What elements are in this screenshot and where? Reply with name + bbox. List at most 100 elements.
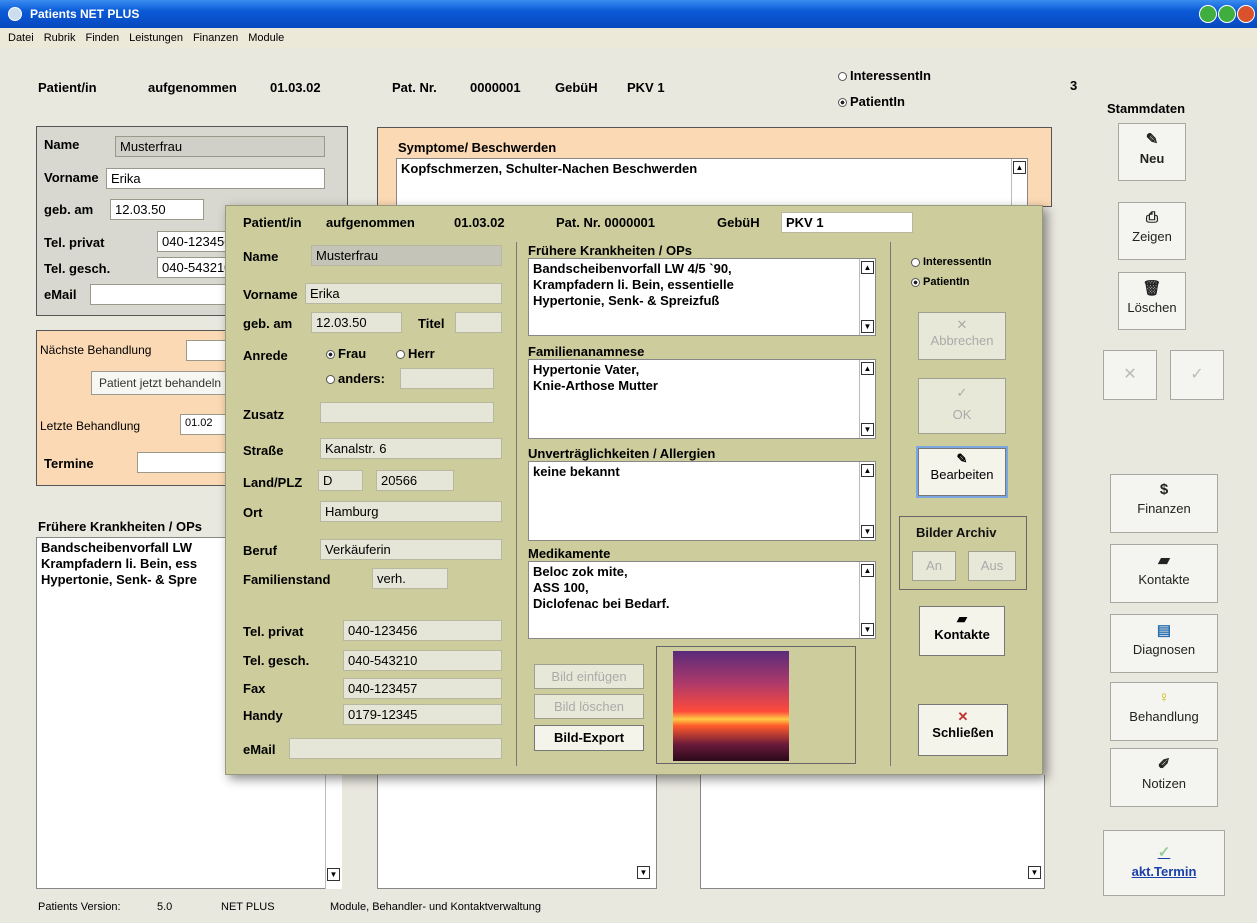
dlg-strasse-field[interactable]: Kanalstr. 6 — [320, 438, 502, 459]
radio-patient[interactable]: PatientIn — [838, 94, 905, 109]
scroll-up-icon[interactable]: ▲ — [861, 564, 874, 577]
dlg-geb-label: geb. am — [243, 316, 293, 331]
telg-field[interactable]: 040-543210 — [157, 257, 227, 278]
dlg-frueher-textarea[interactable]: Bandscheibenvorfall LW 4/5 `90, Krampfad… — [528, 258, 876, 336]
dlg-telp-field[interactable]: 040-123456 — [343, 620, 502, 641]
dlg-frueher-scrollbar[interactable]: ▲ ▼ — [859, 259, 875, 335]
radio-frau[interactable]: Frau — [326, 346, 366, 361]
dlg-vorname-label: Vorname — [243, 287, 298, 302]
dollar-icon: $ — [1159, 481, 1169, 498]
patient-jetzt-behandeln-button[interactable]: Patient jetzt behandeln — [91, 371, 232, 395]
maximize-button[interactable] — [1218, 5, 1236, 23]
dlg-handy-field[interactable]: 0179-12345 — [343, 704, 502, 725]
dlg-email-label: eMail — [243, 742, 276, 757]
menu-finanzen[interactable]: Finanzen — [193, 32, 238, 44]
name-field[interactable]: Musterfrau — [115, 136, 325, 157]
dlg-titel-field[interactable] — [455, 312, 502, 333]
bild-loeschen-button[interactable]: Bild löschen — [534, 694, 644, 719]
ok-small-button[interactable]: ✓ — [1170, 350, 1224, 400]
radio-herr[interactable]: Herr — [396, 346, 435, 361]
scroll-down-icon[interactable]: ▼ — [637, 866, 650, 879]
dlg-vorname-field[interactable]: Erika — [305, 283, 502, 304]
dlg-radio-interessent[interactable]: InteressentIn — [911, 256, 991, 268]
close-window-button[interactable] — [1237, 5, 1255, 23]
scroll-down-icon[interactable]: ▼ — [861, 525, 874, 538]
symptome-textarea[interactable]: Kopfschmerzen, Schulter-Nachen Beschwerd… — [396, 158, 1028, 207]
dlg-telg-field[interactable]: 040-543210 — [343, 650, 502, 671]
telp-field[interactable]: 040-123456 — [157, 231, 227, 252]
scroll-up-icon[interactable]: ▲ — [861, 464, 874, 477]
termine-field[interactable] — [137, 452, 232, 473]
behandlung-button[interactable]: ♀ Behandlung — [1110, 682, 1218, 741]
radio-interessent[interactable]: InteressentIn — [838, 68, 931, 83]
scroll-down-icon[interactable]: ▼ — [861, 320, 874, 333]
dlg-familien-textarea[interactable]: Hypertonie Vater, Knie-Arthose Mutter ▲ ▼ — [528, 359, 876, 439]
bearbeiten-button[interactable]: ✎ Bearbeiten — [918, 448, 1006, 496]
email-label: eMail — [44, 287, 77, 302]
cancel-small-button[interactable]: ✕ — [1103, 350, 1157, 400]
symptome-label: Symptome/ Beschwerden — [398, 140, 557, 155]
dlg-allergie-scrollbar[interactable]: ▲ ▼ — [859, 462, 875, 540]
bg-textarea-3[interactable] — [700, 775, 1045, 889]
zeigen-button[interactable]: ⎙ Zeigen — [1118, 202, 1186, 260]
scroll-up-icon[interactable]: ▲ — [1013, 161, 1026, 174]
dlg-familienstand-field[interactable]: verh. — [372, 568, 448, 589]
dlg-name-field[interactable]: Musterfrau — [311, 245, 502, 266]
app-icon — [8, 7, 22, 21]
dlg-land-field[interactable]: D — [318, 470, 363, 491]
dlg-radio-patient[interactable]: PatientIn — [911, 276, 969, 288]
schliessen-button[interactable]: ✕ Schließen — [918, 704, 1008, 756]
dlg-allergie-textarea[interactable]: keine bekannt ▲ ▼ — [528, 461, 876, 541]
abbrechen-button[interactable]: ✕ Abbrechen — [918, 312, 1006, 360]
dlg-gebueh-field[interactable]: PKV 1 — [781, 212, 913, 233]
dlg-beruf-label: Beruf — [243, 543, 277, 558]
patient-label: Patient/in — [38, 80, 97, 95]
bild-export-button[interactable]: Bild-Export — [534, 725, 644, 751]
dlg-plz-field[interactable]: 20566 — [376, 470, 454, 491]
gebueh-label: GebüH — [555, 80, 598, 95]
scroll-down-icon[interactable]: ▼ — [861, 423, 874, 436]
dlg-medi-textarea[interactable]: Beloc zok mite, ASS 100, Diclofenac bei … — [528, 561, 876, 639]
finanzen-button[interactable]: $ Finanzen — [1110, 474, 1218, 533]
scroll-up-icon[interactable]: ▲ — [861, 261, 874, 274]
menu-rubrik[interactable]: Rubrik — [44, 32, 76, 44]
email-field[interactable] — [90, 284, 227, 305]
dlg-medi-scrollbar[interactable]: ▲ ▼ — [859, 562, 875, 638]
menu-datei[interactable]: Datei — [8, 32, 34, 44]
kontakte-button[interactable]: ▰ Kontakte — [1110, 544, 1218, 603]
dlg-email-field[interactable] — [289, 738, 502, 759]
dlg-anders-field[interactable] — [400, 368, 494, 389]
dlg-zusatz-field[interactable] — [320, 402, 494, 423]
symptome-scrollbar[interactable]: ▲ — [1011, 159, 1027, 207]
scroll-down-icon[interactable]: ▼ — [327, 868, 340, 881]
scroll-up-icon[interactable]: ▲ — [861, 362, 874, 375]
archiv-an-button[interactable]: An — [912, 551, 956, 581]
vorname-field[interactable]: Erika — [106, 168, 325, 189]
dlg-familien-scrollbar[interactable]: ▲ ▼ — [859, 360, 875, 438]
geb-field[interactable]: 12.03.50 — [110, 199, 204, 220]
menu-module[interactable]: Module — [248, 32, 284, 44]
dlg-kontakte-button[interactable]: ▰ Kontakte — [919, 606, 1005, 656]
dlg-geb-field[interactable]: 12.03.50 — [311, 312, 402, 333]
akt-termin-button[interactable]: ✓ akt.Termin — [1103, 830, 1225, 896]
scroll-down-icon[interactable]: ▼ — [1028, 866, 1041, 879]
ok-button[interactable]: ✓ OK — [918, 378, 1006, 434]
dlg-ort-field[interactable]: Hamburg — [320, 501, 502, 522]
minimize-button[interactable] — [1199, 5, 1217, 23]
radio-anders[interactable]: anders: — [326, 371, 385, 386]
menu-leistungen[interactable]: Leistungen — [129, 32, 183, 44]
diagnosen-button[interactable]: ▤ Diagnosen — [1110, 614, 1218, 673]
menu-finden[interactable]: Finden — [85, 32, 119, 44]
bild-einfuegen-button[interactable]: Bild einfügen — [534, 664, 644, 689]
dlg-fax-field[interactable]: 040-123457 — [343, 678, 502, 699]
symptome-text: Kopfschmerzen, Schulter-Nachen Beschwerd… — [401, 161, 698, 176]
bg-textarea-2[interactable] — [377, 775, 657, 889]
loeschen-button[interactable]: 🗑 Löschen — [1118, 272, 1186, 330]
frueher-bg-scrollbar[interactable]: ▼ — [325, 775, 342, 889]
neu-button[interactable]: ✎ Neu — [1118, 123, 1186, 181]
letzte-label: Letzte Behandlung — [40, 419, 141, 433]
dlg-beruf-field[interactable]: Verkäuferin — [320, 539, 502, 560]
notizen-button[interactable]: ✐ Notizen — [1110, 748, 1218, 807]
scroll-down-icon[interactable]: ▼ — [861, 623, 874, 636]
archiv-aus-button[interactable]: Aus — [968, 551, 1016, 581]
